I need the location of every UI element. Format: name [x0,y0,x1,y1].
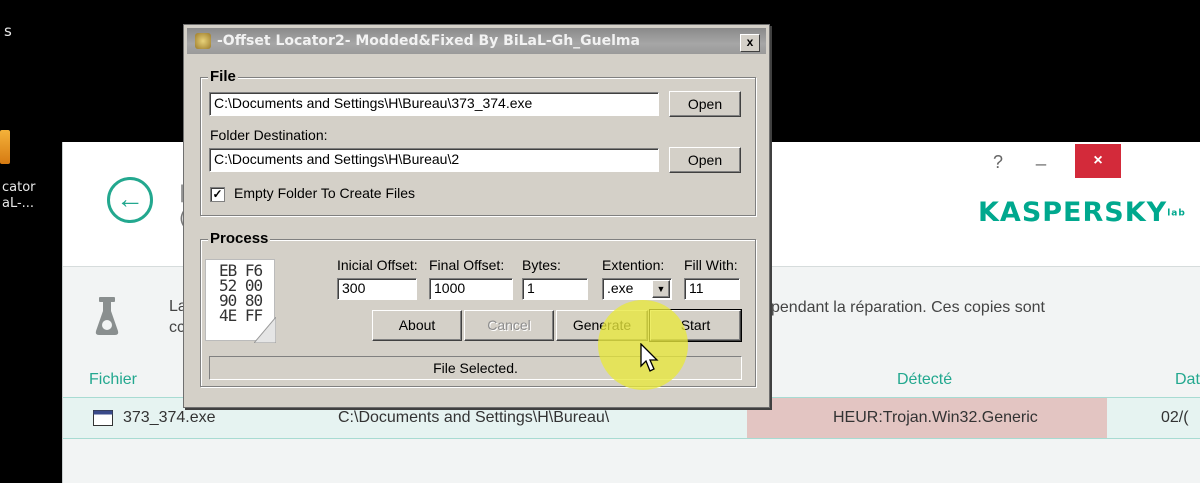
extension-select[interactable]: .exe ▼ [602,278,672,300]
about-button[interactable]: About [372,310,462,341]
dialog-title: -Offset Locator2- Modded&Fixed By BiLaL-… [217,33,640,49]
extension-label: Extention: [602,257,665,273]
fill-with-label: Fill With: [684,257,738,273]
column-header-date[interactable]: Dat [1175,371,1200,389]
dialog-titlebar[interactable]: -Offset Locator2- Modded&Fixed By BiLaL-… [187,28,766,54]
open-folder-button[interactable]: Open [669,147,741,173]
row-detected: HEUR:Trojan.Win32.Generic [833,409,1038,426]
kaspersky-logo: KASPERSKYlab [978,197,1186,228]
column-header-detected[interactable]: Détecté [897,371,952,389]
process-group-title: Process [208,230,271,247]
info-text: pendant la réparation. Ces copies sont [771,299,1045,316]
final-offset-input[interactable]: 1000 [429,278,513,300]
empty-folder-checkbox[interactable]: ✓ [210,187,225,202]
initial-offset-label: Inicial Offset: [337,257,418,273]
extension-selected-value: .exe [607,280,634,296]
row-file-name: 373_374.exe [123,409,216,426]
row-file-path: C:\Documents and Settings\H\Bureau\ [338,409,610,426]
mouse-pointer-icon [640,343,659,372]
desktop-shortcut-icon[interactable] [0,130,10,164]
final-offset-label: Final Offset: [429,257,505,273]
chevron-down-icon[interactable]: ▼ [652,280,670,298]
desktop-label: s [4,22,12,40]
exe-file-icon [93,410,113,426]
file-group-title: File [208,68,238,85]
fill-with-input[interactable]: 11 [684,278,740,300]
folder-destination-label: Folder Destination: [210,127,328,143]
open-file-button[interactable]: Open [669,91,741,117]
empty-folder-label: Empty Folder To Create Files [234,185,416,201]
page-curl-icon [254,317,276,343]
cancel-button[interactable]: Cancel [464,310,554,341]
help-button[interactable]: ? [993,152,1003,173]
minimize-button[interactable]: _ [1036,146,1046,167]
file-path-input[interactable]: C:\Documents and Settings\H\Bureau\373_3… [209,92,659,116]
initial-offset-input[interactable]: 300 [337,278,417,300]
column-header-file[interactable]: Fichier [89,371,137,389]
flask-icon [95,297,119,335]
bytes-label: Bytes: [522,257,561,273]
folder-destination-input[interactable]: C:\Documents and Settings\H\Bureau\2 [209,148,659,172]
row-date: 02/( [1161,409,1189,426]
arrow-left-icon: ← [116,183,144,214]
close-button[interactable]: × [1075,144,1121,178]
back-button[interactable]: ← [107,177,153,223]
dialog-close-button[interactable]: x [740,34,760,52]
bytes-input[interactable]: 1 [522,278,588,300]
desktop-shortcut-label-2: aL-... [2,196,35,211]
app-icon [195,33,211,49]
desktop-shortcut-label-1: cator [2,180,36,195]
